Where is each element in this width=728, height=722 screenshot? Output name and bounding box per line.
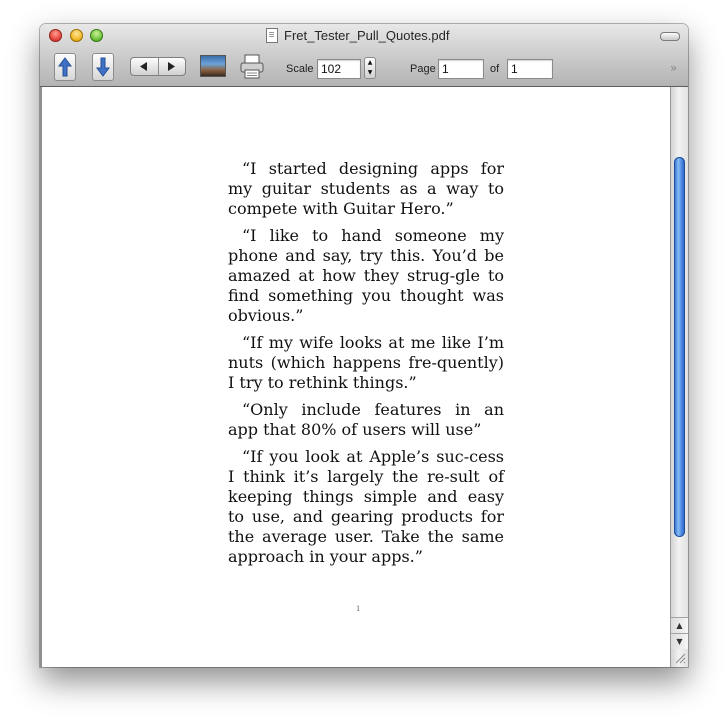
scale-label: Scale [286,63,314,75]
toolbar-toggle-button[interactable] [660,32,680,41]
scroll-up-arrow[interactable]: ▲ [671,617,688,633]
quote-paragraph: “I started designing apps for my guitar … [228,159,504,218]
arrow-down-icon [96,57,110,77]
preview-window: Fret_Tester_Pull_Quotes.pdf Scale 102 ▲ … [40,24,688,667]
printer-icon[interactable] [238,53,266,81]
page-number: 1 [356,605,361,613]
previous-page-button[interactable] [131,58,159,75]
scroll-thumb[interactable] [674,157,685,537]
arrow-up-icon [58,57,72,77]
resize-grip-icon[interactable] [674,652,686,664]
close-button[interactable] [49,29,62,42]
toolbar-overflow-icon[interactable]: » [670,61,678,75]
window-title: Fret_Tester_Pull_Quotes.pdf [284,28,450,43]
scale-decrement-button[interactable]: ▼ [365,68,375,78]
scroll-down-page-button[interactable] [92,53,114,81]
vertical-scrollbar[interactable]: ▲ ▼ [670,87,688,667]
scroll-up-page-button[interactable] [54,53,76,81]
scale-input[interactable] [317,59,361,79]
quote-paragraph: “If my wife looks at me like I’m nuts (w… [228,333,504,392]
next-page-button[interactable] [159,58,186,75]
quote-paragraph: “If you look at Apple’s suc-cess I think… [228,447,504,566]
quote-paragraph: “I like to hand someone my phone and say… [228,226,504,325]
quote-paragraph: “Only include features in an app that 80… [228,400,504,439]
scale-increment-button[interactable]: ▲ [365,58,375,68]
triangle-right-icon [168,62,175,71]
photo-icon[interactable] [200,55,226,77]
document-icon [266,28,278,43]
page-text: “I started designing apps for my guitar … [228,159,504,574]
title-toolbar: Fret_Tester_Pull_Quotes.pdf Scale 102 ▲ … [40,24,688,87]
page-label: Page [410,63,436,75]
scroll-down-arrow[interactable]: ▼ [671,633,688,649]
total-pages-field [507,59,553,79]
previous-next-control [130,57,186,76]
triangle-left-icon [140,62,147,71]
zoom-button[interactable] [90,29,103,42]
of-label: of [490,63,500,75]
page-input[interactable] [438,59,484,79]
document-view[interactable]: “I started designing apps for my guitar … [40,87,670,667]
scale-stepper[interactable]: ▲ ▼ [364,57,376,79]
minimize-button[interactable] [70,29,83,42]
